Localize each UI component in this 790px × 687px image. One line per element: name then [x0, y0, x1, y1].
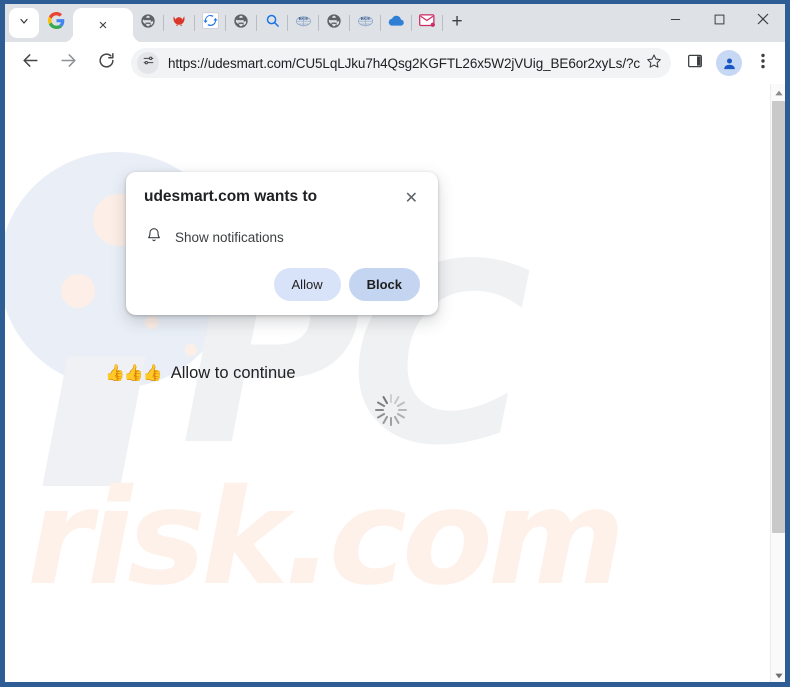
dialog-header: udesmart.com wants to ✕: [144, 188, 420, 209]
tab-strip: × RCE RCE +: [5, 4, 785, 42]
chrome-menu-button[interactable]: [747, 47, 779, 79]
dialog-close-button[interactable]: ✕: [403, 189, 420, 209]
window-minimize-button[interactable]: [653, 4, 697, 34]
mail-icon: [418, 13, 436, 33]
watermark-dot: [61, 274, 95, 308]
browser-toolbar: https://udesmart.com/CU5LqLJku7h4Qsg2KGF…: [5, 42, 785, 84]
pinned-tab-fox[interactable]: [164, 8, 194, 38]
scroll-up-arrow-icon: [774, 84, 783, 101]
profile-avatar-icon: [716, 50, 742, 76]
scroll-down-arrow-icon: [774, 666, 783, 683]
tune-sliders-icon: [142, 54, 155, 72]
google-favicon: [47, 12, 65, 34]
pinned-tab-seal-2[interactable]: RCE: [350, 8, 380, 38]
tab-search-button[interactable]: [9, 8, 39, 38]
reload-button[interactable]: [89, 46, 123, 80]
search-icon: [265, 13, 280, 33]
back-button[interactable]: [13, 46, 47, 80]
permission-row: Show notifications: [144, 227, 420, 248]
globe-icon: [326, 13, 342, 34]
bell-icon: [146, 227, 162, 248]
chrome-frame: × RCE RCE + https://udesmart.com/CU5LqLJ…: [5, 4, 785, 682]
svg-text:RCE: RCE: [298, 16, 308, 21]
globe-icon: [233, 13, 249, 34]
scroll-up-button[interactable]: [771, 84, 785, 99]
pinned-tab-refresh[interactable]: [195, 8, 225, 38]
forward-arrow-icon: [59, 51, 78, 75]
permission-label: Show notifications: [175, 230, 284, 245]
fox-icon: [171, 13, 187, 34]
address-bar[interactable]: https://udesmart.com/CU5LqLJku7h4Qsg2KGF…: [131, 48, 671, 78]
maximize-icon: [714, 14, 725, 25]
loading-spinner: [374, 393, 408, 427]
block-button[interactable]: Block: [348, 268, 420, 301]
refresh-blue-icon: [201, 12, 219, 34]
globe-icon: [140, 13, 156, 34]
chevron-down-icon: [18, 14, 30, 32]
close-icon: [757, 13, 769, 25]
allow-to-continue-text: Allow to continue: [170, 363, 296, 382]
new-tab-button[interactable]: +: [443, 8, 471, 36]
svg-text:RCE: RCE: [360, 16, 370, 21]
tab-close-icon[interactable]: ×: [99, 18, 108, 33]
browser-viewport: PC risk.com 👍👍👍 Allow to continue udesma…: [5, 84, 785, 682]
side-panel-button[interactable]: [679, 47, 711, 79]
watermark-dot: [145, 316, 158, 329]
window-close-button[interactable]: [741, 4, 785, 34]
window-controls: [653, 4, 785, 34]
page-scrollbar[interactable]: [770, 84, 785, 682]
browser-window: × RCE RCE + https://udesmart.com/CU5LqLJ…: [0, 0, 790, 687]
back-arrow-icon: [21, 51, 40, 75]
url-text[interactable]: https://udesmart.com/CU5LqLJku7h4Qsg2KGF…: [168, 56, 641, 71]
window-maximize-button[interactable]: [697, 4, 741, 34]
allow-button[interactable]: Allow: [273, 268, 341, 301]
side-panel-icon: [687, 53, 703, 74]
tab-active-udesmart[interactable]: ×: [73, 8, 133, 42]
pinned-tabs: RCE RCE +: [133, 6, 471, 40]
notification-permission-dialog: udesmart.com wants to ✕ Show notificatio…: [126, 172, 438, 315]
site-settings-button[interactable]: [137, 52, 159, 74]
reload-icon: [97, 51, 116, 75]
cloud-icon: [387, 12, 405, 35]
dialog-actions: Allow Block: [144, 268, 420, 301]
seal-emblem-icon: RCE: [295, 12, 312, 34]
profile-button[interactable]: [713, 47, 745, 79]
pinned-tab-globe-3[interactable]: [319, 8, 349, 38]
forward-button[interactable]: [51, 46, 85, 80]
bookmark-button[interactable]: [641, 50, 667, 76]
scrollbar-thumb[interactable]: [772, 101, 785, 533]
star-icon: [646, 53, 662, 74]
pinned-tab-cloud[interactable]: [381, 8, 411, 38]
pinned-tab-search[interactable]: [257, 8, 287, 38]
pinned-tab-mail[interactable]: [412, 8, 442, 38]
scroll-down-button[interactable]: [771, 667, 785, 682]
pinned-tab-globe-2[interactable]: [226, 8, 256, 38]
minimize-icon: [670, 14, 681, 25]
allow-to-continue-line: 👍👍👍 Allow to continue: [105, 363, 296, 383]
three-dot-menu-icon: [761, 53, 765, 74]
dialog-title: udesmart.com wants to: [144, 188, 318, 205]
seal-emblem-icon: RCE: [357, 12, 374, 34]
watermark-risk-text: risk.com: [27, 461, 625, 615]
thumbs-up-icon: 👍👍👍: [105, 365, 163, 382]
pinned-tab-seal-1[interactable]: RCE: [288, 8, 318, 38]
